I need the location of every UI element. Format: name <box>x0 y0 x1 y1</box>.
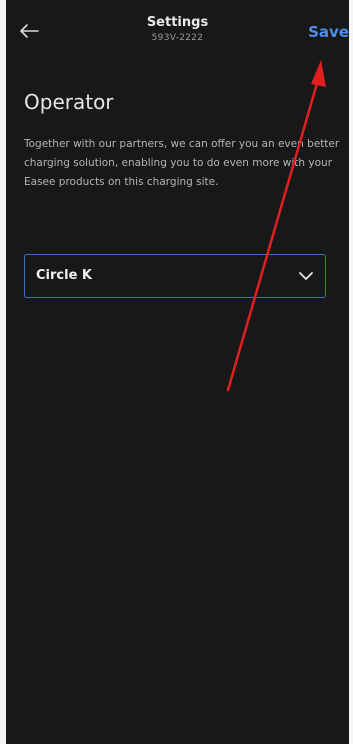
chevron-down-icon <box>299 272 313 280</box>
header: Settings 593V-2222 Save <box>6 0 349 60</box>
arrow-left-icon <box>20 24 39 38</box>
operator-select-value: Circle K <box>36 268 92 283</box>
save-button[interactable]: Save <box>308 23 349 41</box>
section-description: Together with our partners, we can offer… <box>24 138 340 188</box>
operator-select[interactable]: Circle K <box>24 254 326 298</box>
back-button[interactable] <box>14 16 44 46</box>
page-title: Settings <box>146 15 209 30</box>
settings-screen: Settings 593V-2222 Save Operator Togethe… <box>6 0 349 744</box>
section-title: Operator <box>24 90 114 114</box>
header-title-group: Settings 593V-2222 <box>86 14 269 44</box>
device-id: 593V-2222 <box>151 33 204 43</box>
